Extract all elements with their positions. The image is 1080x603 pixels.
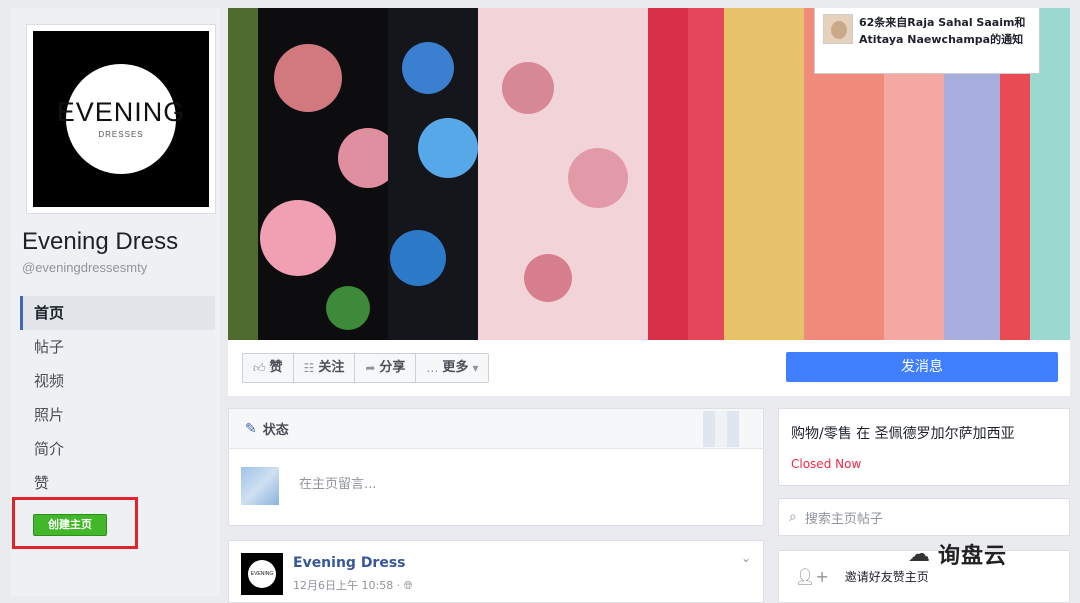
post-timestamp[interactable]: 12月6日上午 10:58 · 🌐︎ (293, 577, 413, 593)
composer-avatar (241, 467, 279, 505)
watermark-text: 询盘云 (938, 544, 1008, 569)
page-profile-picture[interactable]: EVENING DRESSES (26, 24, 216, 214)
invite-label: 邀请好友赞主页 (844, 570, 929, 584)
like-button[interactable]: 👍︎ 赞 (243, 354, 294, 382)
nav-item-likes[interactable]: 赞 (20, 466, 215, 500)
chevron-down-icon[interactable]: ⌄ (741, 551, 751, 565)
add-friend-icon: 👤︎+ (795, 567, 829, 586)
cover-photo[interactable]: 62条来自Raja Sahal Saaim和Atitaya Naewchampa… (228, 8, 1070, 340)
globe-icon: 🌐︎ (403, 579, 413, 592)
status-composer: ✎ 状态 在主页留言... (228, 408, 764, 526)
profile-picture-background: EVENING DRESSES (33, 31, 209, 207)
more-button[interactable]: … 更多 ▾ (416, 354, 488, 382)
share-button[interactable]: ➦ 分享 (355, 354, 417, 382)
search-placeholder: 搜索主页帖子 (804, 511, 883, 527)
brand-logo: EVENING DRESSES (57, 64, 184, 174)
create-page-button[interactable]: 创建主页 (33, 514, 107, 536)
nav-item-posts[interactable]: 帖子 (20, 330, 215, 364)
thumbs-up-icon: 👍︎ (253, 361, 266, 375)
more-label: 更多 (442, 360, 469, 375)
follow-label: 关注 (318, 360, 345, 375)
highlight-box: 创建主页 (12, 497, 138, 549)
notification-avatar (823, 14, 853, 44)
about-card: 购物/零售 在 圣佩德罗加尔萨加西亚 Closed Now (778, 408, 1070, 486)
pencil-icon: ✎ (245, 420, 257, 437)
share-label: 分享 (379, 360, 406, 375)
search-posts-field[interactable]: ⌕ 搜索主页帖子 (778, 498, 1070, 536)
post-avatar-logo: EVENING (248, 560, 276, 588)
status-tab[interactable]: 状态 (263, 419, 289, 438)
like-label: 赞 (269, 360, 283, 375)
nav-item-about[interactable]: 简介 (20, 432, 215, 466)
ellipsis-icon: … (426, 361, 439, 375)
pixelated-overlay (703, 411, 739, 447)
nav-item-videos[interactable]: 视频 (20, 364, 215, 398)
follow-button[interactable]: ☷ 关注 (294, 354, 356, 382)
search-icon: ⌕ (789, 509, 797, 525)
feed-post: EVENING Evening Dress 12月6日上午 10:58 · 🌐︎… (228, 540, 764, 603)
post-author-avatar[interactable]: EVENING (241, 553, 283, 595)
notification-popup[interactable]: 62条来自Raja Sahal Saaim和Atitaya Naewchampa… (814, 8, 1040, 74)
page-action-bar: 👍︎ 赞 ☷ 关注 ➦ 分享 … 更多 ▾ 发消息 (228, 340, 1070, 396)
page-nav: 首页 帖子 视频 照片 简介 赞 (20, 296, 215, 500)
page-handle[interactable]: @eveningdressesmty (22, 260, 147, 275)
logo-main-text: EVENING (56, 97, 186, 127)
page-category: 购物/零售 在 圣佩德罗加尔萨加西亚 (791, 426, 1015, 442)
watermark: ☁︎ 询盘云 (908, 538, 1007, 570)
send-message-button[interactable]: 发消息 (786, 352, 1058, 382)
action-buttons-group: 👍︎ 赞 ☷ 关注 ➦ 分享 … 更多 ▾ (242, 353, 490, 383)
nav-item-photos[interactable]: 照片 (20, 398, 215, 432)
caret-down-icon: ▾ (472, 361, 479, 375)
nav-item-home[interactable]: 首页 (20, 296, 215, 330)
post-date: 12月6日上午 10:58 · (293, 579, 404, 592)
chat-bubble-icon: ☁︎ (908, 541, 930, 567)
rss-icon: ☷ (303, 361, 315, 375)
share-arrow-icon: ➦ (365, 361, 376, 375)
composer-input[interactable]: 在主页留言... (299, 473, 376, 492)
logo-sub-text: DRESSES (98, 130, 144, 139)
page-title[interactable]: Evening Dress (22, 228, 178, 256)
notification-text: 62条来自Raja Sahal Saaim和Atitaya Naewchampa… (859, 16, 1026, 46)
open-status: Closed Now (791, 457, 862, 471)
composer-tab-bar: ✎ 状态 (229, 409, 763, 449)
post-author-name[interactable]: Evening Dress (293, 555, 406, 571)
